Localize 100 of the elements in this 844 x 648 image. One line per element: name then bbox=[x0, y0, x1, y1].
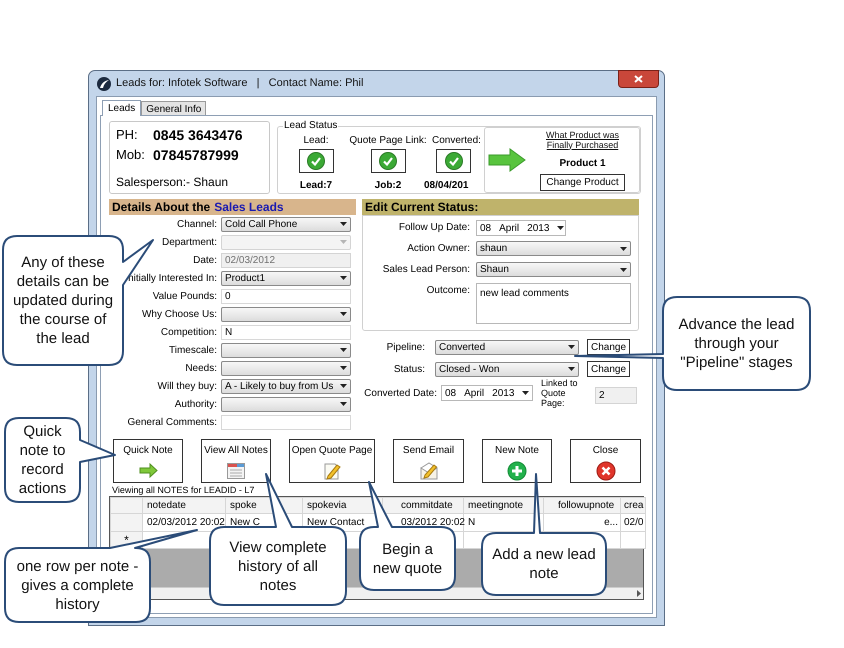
dropdown-caret-icon bbox=[340, 240, 347, 244]
field-label: Timescale: bbox=[169, 344, 217, 358]
right-arrow-icon bbox=[488, 148, 526, 172]
field-label: Action Owner: bbox=[406, 242, 470, 256]
field-label: Follow Up Date: bbox=[398, 221, 470, 235]
close-button[interactable] bbox=[618, 70, 659, 88]
field-label: Will they buy: bbox=[158, 380, 217, 394]
column-header[interactable]: meetingnote bbox=[464, 498, 544, 514]
field-label: Converted Date: bbox=[363, 386, 437, 400]
text-field[interactable]: 2 bbox=[595, 387, 637, 404]
field-label: Sales Lead Person: bbox=[382, 263, 470, 277]
dropdown[interactable]: Cold Call Phone bbox=[221, 216, 351, 232]
date-picker[interactable]: 08 April 2013 bbox=[476, 220, 566, 236]
change-product-button[interactable]: Change Product bbox=[540, 174, 625, 190]
row-header-cell bbox=[110, 498, 142, 514]
salesperson-text: Salesperson:- Shaun bbox=[116, 174, 230, 191]
section-title: Details About the bbox=[112, 199, 210, 216]
plus-icon bbox=[507, 461, 527, 481]
dropdown-caret-icon bbox=[620, 246, 627, 250]
dropdown[interactable]: Product1 bbox=[221, 270, 351, 286]
date-picker[interactable]: 08 April 2013 bbox=[441, 385, 533, 401]
status-label: Converted: bbox=[432, 134, 481, 148]
dropdown[interactable] bbox=[221, 306, 351, 322]
status-value: 08/04/201 bbox=[424, 179, 468, 193]
product-link[interactable]: What Product was Finally Purchased bbox=[538, 130, 628, 150]
table-cell: 02/0 bbox=[620, 514, 646, 532]
action-button[interactable]: Close bbox=[570, 439, 641, 483]
dropdown-caret-icon bbox=[340, 276, 347, 280]
callout-text: View complete history of all notes bbox=[228, 538, 328, 594]
check-icon bbox=[379, 152, 397, 170]
field-label: Department: bbox=[162, 236, 217, 250]
dropdown-caret-icon bbox=[568, 367, 575, 371]
action-button[interactable]: New Note bbox=[482, 439, 552, 483]
callout-text: Any of these details can be updated during the course of the lead bbox=[12, 253, 114, 348]
dropdown-caret-icon bbox=[340, 348, 347, 352]
action-button[interactable]: Send Email bbox=[393, 439, 464, 483]
status-label: Quote Page Link: bbox=[349, 134, 427, 148]
field-label: Linked to Quote Page: bbox=[541, 378, 579, 408]
field-label: Why Choose Us: bbox=[142, 308, 217, 322]
column-header[interactable]: commitdate bbox=[382, 498, 464, 514]
dropdown-caret-icon bbox=[340, 384, 347, 388]
dropdown-caret-icon bbox=[340, 222, 347, 226]
callout-text: Advance the lead through your "Pipeline" stages bbox=[678, 315, 796, 372]
dropdown[interactable]: shaun bbox=[476, 241, 631, 256]
phone-number: 0845 3643476 bbox=[153, 126, 244, 145]
status-value: Lead:7 bbox=[300, 179, 332, 193]
check-icon bbox=[444, 152, 462, 170]
grid-caption: Viewing all NOTES for LEADID - L7 bbox=[111, 484, 254, 496]
dropdown[interactable]: Closed - Won bbox=[435, 362, 579, 376]
change-button[interactable]: Change bbox=[587, 361, 630, 377]
dropdown[interactable] bbox=[221, 396, 351, 412]
text-field[interactable]: N bbox=[221, 324, 351, 340]
dropdown[interactable]: Shaun bbox=[476, 262, 631, 277]
dropdown-caret-icon bbox=[340, 402, 347, 406]
column-header[interactable]: notedate bbox=[142, 498, 226, 514]
field-label: Competition: bbox=[160, 326, 217, 340]
status-label: Lead: bbox=[303, 134, 329, 148]
column-header[interactable]: crea bbox=[620, 498, 646, 514]
dropdown-caret-icon bbox=[557, 226, 564, 230]
field-label: Date: bbox=[193, 254, 217, 268]
dropdown-caret-icon bbox=[568, 345, 575, 349]
section-title-highlight: Sales Leads bbox=[214, 199, 284, 216]
notes-window-icon bbox=[226, 461, 246, 481]
envelope-pencil-icon bbox=[418, 461, 438, 481]
callout-text: Quick note to record actions bbox=[18, 422, 68, 498]
field-label: Status: bbox=[392, 362, 426, 376]
close-icon bbox=[596, 461, 616, 481]
product-name: Product 1 bbox=[559, 156, 606, 170]
window-title: Leads for: Infotek Software | Contact Name: Phil bbox=[116, 76, 364, 92]
field-label: Authority: bbox=[174, 398, 217, 412]
dropdown[interactable]: A - Likely to buy from Us bbox=[221, 378, 351, 394]
action-button[interactable]: Open Quote Page bbox=[289, 439, 375, 483]
right-arrow-icon bbox=[138, 461, 158, 481]
field-label: General Comments: bbox=[128, 416, 217, 430]
tab[interactable]: Leads bbox=[102, 100, 142, 116]
action-button[interactable]: View All Notes bbox=[201, 439, 271, 483]
tab[interactable]: General Info bbox=[141, 101, 206, 115]
dropdown-caret-icon bbox=[340, 366, 347, 370]
dropdown[interactable] bbox=[221, 360, 351, 376]
dropdown-caret-icon bbox=[620, 268, 627, 272]
mobile-number: 07845787999 bbox=[153, 146, 240, 165]
check-icon bbox=[307, 152, 325, 170]
dropdown[interactable] bbox=[221, 342, 351, 358]
dropdown[interactable]: Converted bbox=[435, 340, 579, 354]
change-button[interactable]: Change bbox=[587, 339, 630, 355]
dropdown-caret-icon bbox=[340, 312, 347, 316]
mobile-label: Mob: bbox=[116, 146, 146, 164]
close-icon bbox=[634, 75, 643, 83]
column-header[interactable]: followupnote bbox=[544, 498, 620, 514]
field-label: Value Pounds: bbox=[152, 290, 217, 304]
text-field[interactable]: 0 bbox=[221, 288, 351, 304]
app-logo-icon bbox=[97, 76, 111, 90]
field-label: Needs: bbox=[185, 362, 217, 376]
field-label: Channel: bbox=[176, 218, 217, 232]
text-field[interactable] bbox=[221, 414, 351, 430]
status-value: Job:2 bbox=[374, 179, 402, 193]
text-area[interactable]: new lead comments bbox=[476, 283, 631, 324]
callout-text: Add a new lead note bbox=[491, 545, 597, 583]
section-header: Edit Current Status: bbox=[362, 199, 639, 215]
action-button[interactable]: Quick Note bbox=[113, 439, 183, 483]
